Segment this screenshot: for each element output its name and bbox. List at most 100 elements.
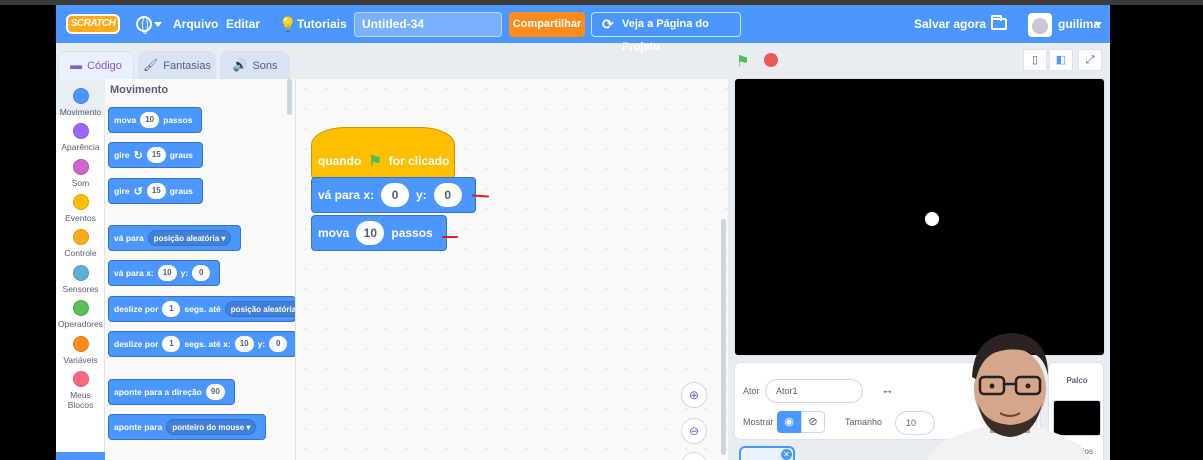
edit-menu[interactable]: Editar bbox=[226, 5, 260, 43]
block-input[interactable]: 10 bbox=[140, 112, 160, 128]
block-turn-left[interactable]: gire ↺ 15 graus bbox=[108, 178, 203, 204]
category-sound[interactable]: Som bbox=[56, 159, 105, 188]
block-turn-right[interactable]: gire ↻ 15 graus bbox=[108, 142, 203, 168]
script-move-block[interactable]: mova 10 passos bbox=[311, 215, 447, 251]
extension-button-edge[interactable] bbox=[56, 452, 105, 460]
category-sensing[interactable]: Sensores bbox=[56, 265, 105, 294]
scratch-logo[interactable]: SCRATCH bbox=[66, 14, 120, 34]
rotate-right-icon: ↻ bbox=[133, 149, 143, 162]
tab-costumes[interactable]: 🖌 Fantasias bbox=[138, 51, 216, 79]
block-input[interactable]: 15 bbox=[146, 147, 166, 163]
save-now-button[interactable]: Salvar agora bbox=[914, 5, 986, 43]
block-text: segs. até x: bbox=[184, 339, 231, 349]
x-input[interactable]: 0 bbox=[381, 183, 410, 207]
block-input[interactable]: 0 bbox=[192, 265, 211, 281]
script-scrollbar[interactable] bbox=[721, 219, 726, 455]
script-area[interactable]: quando ⚑ for clicado vá para x: 0 y: 0 m… bbox=[296, 79, 728, 460]
block-point-direction[interactable]: aponte para a direção 90 bbox=[108, 379, 235, 405]
category-label: Som bbox=[71, 178, 90, 188]
block-text: deslize por bbox=[114, 304, 159, 314]
zoom-reset-button[interactable]: = bbox=[681, 452, 707, 460]
green-flag-icon: ⚑ bbox=[368, 153, 382, 170]
stop-button[interactable] bbox=[764, 53, 778, 67]
chevron-down-icon[interactable] bbox=[1094, 22, 1102, 27]
lightbulb-icon[interactable]: 💡 bbox=[279, 16, 296, 33]
show-eye-icon[interactable]: ◉ bbox=[777, 411, 801, 433]
actor-name-input[interactable]: Ator1 bbox=[765, 379, 863, 403]
block-text: y: bbox=[180, 268, 189, 278]
point-towards-dropdown[interactable]: ponteiro do mouse ▾ bbox=[166, 419, 257, 435]
block-text: segs. até bbox=[184, 304, 221, 314]
tutorials-menu[interactable]: Tutoriais bbox=[297, 5, 347, 43]
globe-icon[interactable] bbox=[136, 16, 152, 34]
category-dot bbox=[72, 159, 89, 175]
see-project-page-button[interactable]: ⟳ Veja a Página do Projeto bbox=[591, 12, 741, 53]
stage-canvas[interactable] bbox=[734, 78, 1105, 356]
when-flag-clicked-block[interactable]: quando ⚑ for clicado bbox=[311, 127, 455, 179]
see-project-page-label: Veja a Página do Projeto bbox=[622, 18, 709, 53]
size-label: Tamanho bbox=[845, 417, 883, 427]
close-icon[interactable]: ✕ bbox=[781, 449, 792, 460]
block-point-towards[interactable]: aponte para ponteiro do mouse ▾ bbox=[108, 414, 267, 440]
category-label: Eventos bbox=[65, 213, 96, 223]
large-stage-button[interactable]: ◧ bbox=[1049, 49, 1073, 71]
folder-icon[interactable] bbox=[991, 15, 1007, 30]
block-glide-to[interactable]: deslize por 1 segs. até posição aleatóri… bbox=[108, 296, 295, 322]
palette-scrollbar[interactable] bbox=[287, 79, 292, 115]
share-button[interactable]: Compartilhar bbox=[509, 12, 585, 37]
glide-dropdown[interactable]: posição aleatória bbox=[224, 301, 295, 317]
sprite-ball[interactable] bbox=[925, 212, 939, 226]
category-operators[interactable]: Operadores bbox=[56, 300, 105, 329]
block-text: aponte para bbox=[114, 422, 163, 432]
category-events[interactable]: Eventos bbox=[56, 194, 105, 223]
category-my-blocks[interactable]: Meus Blocos bbox=[56, 371, 105, 410]
project-title-input[interactable]: Untitled-34 bbox=[354, 12, 502, 37]
goto-dropdown[interactable]: posição aleatória ▾ bbox=[147, 230, 232, 246]
block-input[interactable]: 0 bbox=[269, 336, 288, 352]
category-dot bbox=[72, 336, 89, 352]
block-input[interactable]: 90 bbox=[205, 384, 225, 400]
avatar[interactable] bbox=[1028, 13, 1052, 37]
category-motion[interactable]: Movimento bbox=[56, 79, 105, 117]
tab-sounds-label: Sons bbox=[252, 60, 278, 72]
block-text: passos bbox=[163, 115, 193, 125]
block-text: y: bbox=[416, 188, 427, 202]
hide-eye-icon[interactable]: ⊘ bbox=[801, 411, 825, 433]
block-input[interactable]: 15 bbox=[146, 183, 166, 199]
block-palette: Movimento mova 10 passos gire ↻ 15 graus… bbox=[105, 79, 296, 460]
category-label: Operadores bbox=[58, 319, 103, 329]
block-input[interactable]: 1 bbox=[162, 336, 181, 352]
block-text: gire bbox=[114, 150, 130, 160]
block-text: quando bbox=[318, 154, 362, 168]
category-control[interactable]: Controle bbox=[56, 229, 105, 258]
category-label: Controle bbox=[64, 248, 97, 258]
script-goto-xy-block[interactable]: vá para x: 0 y: 0 bbox=[311, 177, 476, 213]
category-looks[interactable]: Aparência bbox=[56, 123, 105, 152]
small-stage-button[interactable]: ▯ bbox=[1023, 49, 1047, 71]
block-goto-xy[interactable]: vá para x: 10 y: 0 bbox=[108, 260, 221, 286]
category-variables[interactable]: Variáveis bbox=[56, 336, 105, 365]
block-input[interactable]: 10 bbox=[234, 336, 254, 352]
chevron-down-icon[interactable] bbox=[154, 22, 162, 27]
green-flag-button[interactable]: ⚑ bbox=[736, 52, 749, 70]
block-input[interactable]: 1 bbox=[162, 301, 181, 317]
y-input[interactable]: 0 bbox=[433, 183, 462, 207]
dropdown-value: ponteiro do mouse bbox=[172, 423, 245, 432]
block-text: graus bbox=[169, 186, 193, 196]
block-goto[interactable]: vá para posição aleatória ▾ bbox=[108, 225, 242, 251]
block-text: aponte para a direção bbox=[114, 387, 202, 397]
block-move-steps[interactable]: mova 10 passos bbox=[108, 107, 203, 133]
block-text: deslize por bbox=[114, 339, 159, 349]
steps-input[interactable]: 10 bbox=[356, 221, 385, 245]
category-label: Aparência bbox=[61, 142, 100, 152]
zoom-out-button[interactable]: ⊖ bbox=[681, 418, 707, 444]
file-menu[interactable]: Arquivo bbox=[173, 5, 218, 43]
zoom-in-button[interactable]: ⊕ bbox=[681, 382, 707, 408]
fullscreen-button[interactable]: ⤢ bbox=[1078, 49, 1102, 71]
block-glide-xy[interactable]: deslize por 1 segs. até x: 10 y: 0 bbox=[108, 331, 295, 357]
tab-sounds[interactable]: 🔊 Sons bbox=[220, 51, 290, 79]
tab-code[interactable]: ▬ Código bbox=[58, 51, 134, 79]
annotation-mark bbox=[442, 236, 458, 238]
block-input[interactable]: 10 bbox=[157, 265, 177, 281]
block-text: vá para bbox=[114, 233, 144, 243]
